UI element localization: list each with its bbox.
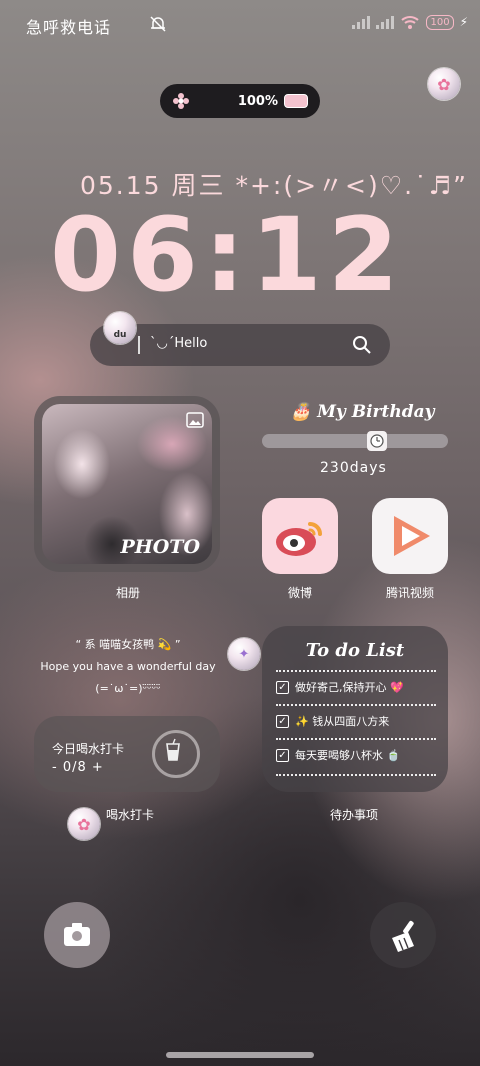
photo-widget[interactable]: PHOTO bbox=[34, 396, 220, 572]
todo-item[interactable]: ✓ 每天要喝够八杯水 🍵 bbox=[276, 738, 436, 770]
signal-icon bbox=[376, 15, 395, 29]
gallery-icon bbox=[186, 412, 204, 428]
flower-icon bbox=[173, 93, 189, 109]
camera-icon bbox=[64, 923, 90, 946]
battery-icon bbox=[284, 94, 308, 108]
home-indicator[interactable] bbox=[166, 1052, 314, 1058]
progress-knob bbox=[367, 431, 387, 451]
search-badge: du bbox=[113, 330, 127, 340]
birthday-days: 230days bbox=[320, 460, 387, 476]
quote-line-2: Hope you have a wonderful day bbox=[40, 660, 216, 673]
todo-widget[interactable]: To do List ✓ 做好寄己,保持开心 💖 ✓ ✨ 钱从四面八方来 ✓ 每… bbox=[262, 626, 448, 792]
birthday-progress bbox=[262, 431, 448, 451]
charging-icon: ⚡ bbox=[459, 15, 468, 29]
todo-widget-label: 待办事项 bbox=[329, 808, 378, 822]
todo-item[interactable]: ✓ ✨ 钱从四面八方来 bbox=[276, 704, 436, 736]
divider bbox=[138, 336, 140, 354]
pinwheel-sticker-icon[interactable]: ✿ bbox=[428, 68, 460, 100]
quote-widget: “ 系 喵喵女孩鸭 💫 ” Hope you have a wonderful … bbox=[30, 634, 226, 700]
photo-overlay-text: PHOTO bbox=[120, 536, 200, 558]
unicorn-sticker-icon: ✦ bbox=[228, 638, 260, 670]
tencent-video-app-label: 腾讯视频 bbox=[385, 586, 434, 600]
todo-item[interactable]: ✓ 做好寄己,保持开心 💖 bbox=[276, 670, 436, 702]
quote-line-3: (=˙ω˙=)ᵕ̈ᵕ̈ᵕ̈ᵕ̈ bbox=[95, 682, 161, 695]
wifi-icon bbox=[401, 16, 420, 29]
water-progress-ring bbox=[152, 730, 200, 778]
photo-image: PHOTO bbox=[42, 404, 212, 564]
cleaner-button[interactable] bbox=[370, 902, 436, 968]
status-right-group: 100 ⚡ bbox=[352, 14, 468, 30]
todo-title: To do List bbox=[305, 640, 405, 661]
tencent-video-logo bbox=[394, 516, 430, 556]
weibo-app-icon[interactable] bbox=[262, 498, 338, 574]
todo-divider bbox=[276, 774, 436, 776]
photo-widget-label: 相册 bbox=[115, 586, 140, 600]
cup-icon bbox=[166, 738, 180, 761]
signal-icon bbox=[352, 15, 371, 29]
status-carrier: 急呼救电话 bbox=[26, 18, 112, 37]
search-text: ˋ◡ˊHello bbox=[150, 336, 208, 351]
clock-time: 06:12 bbox=[50, 196, 405, 315]
checkbox-icon[interactable]: ✓ bbox=[276, 748, 289, 762]
todo-item-text: 做好寄己,保持开心 💖 bbox=[295, 681, 404, 694]
bell-muted-icon bbox=[150, 16, 166, 32]
todo-item-text: 每天要喝够八杯水 🍵 bbox=[295, 749, 401, 762]
camera-button[interactable] bbox=[44, 902, 110, 968]
checkbox-icon[interactable]: ✓ bbox=[276, 714, 289, 728]
checkbox-icon[interactable]: ✓ bbox=[276, 680, 289, 694]
water-widget[interactable]: 今日喝水打卡 - 0/8 + bbox=[34, 716, 220, 792]
birthday-title-text: My Birthday bbox=[317, 402, 435, 422]
battery-widget[interactable]: 100% bbox=[160, 84, 320, 118]
quote-line-1: “ 系 喵喵女孩鸭 💫 ” bbox=[75, 638, 181, 651]
battery-percent: 100% bbox=[237, 93, 278, 109]
water-widget-label: 喝水打卡 bbox=[105, 808, 154, 822]
battery-status: 100 bbox=[426, 14, 454, 30]
water-title: 今日喝水打卡 bbox=[52, 742, 125, 756]
broom-icon bbox=[392, 920, 414, 952]
clock-icon bbox=[370, 434, 384, 448]
cake-icon: 🎂 bbox=[290, 402, 312, 422]
tencent-video-app-icon[interactable] bbox=[372, 498, 448, 574]
unicorn-sticker-icon: du bbox=[104, 312, 136, 344]
water-counter[interactable]: - 0/8 + bbox=[52, 760, 104, 775]
weibo-logo bbox=[276, 522, 322, 556]
birthday-title: 🎂 My Birthday bbox=[290, 402, 434, 422]
search-icon[interactable] bbox=[352, 335, 372, 355]
todo-item-text: ✨ 钱从四面八方来 bbox=[295, 715, 390, 728]
weibo-app-label: 微博 bbox=[287, 586, 312, 600]
